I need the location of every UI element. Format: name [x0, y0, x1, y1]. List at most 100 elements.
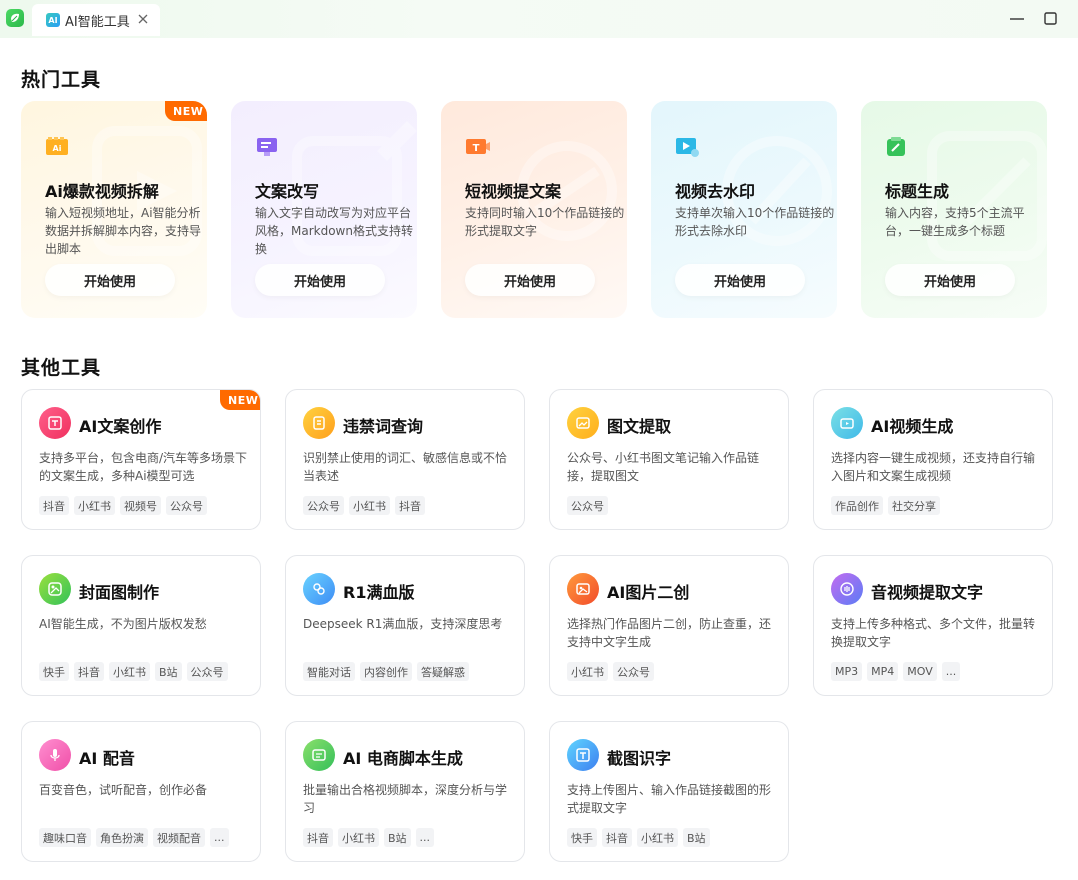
rewrite-icon	[257, 138, 277, 156]
svg-text:T: T	[473, 143, 480, 154]
tag: 作品创作	[831, 496, 883, 515]
tag: 智能对话	[303, 662, 355, 681]
tool-desc: Deepseek R1满血版，支持深度思考	[303, 617, 503, 631]
maximize-icon[interactable]	[1043, 11, 1059, 27]
tag-list: 公众号	[567, 496, 608, 515]
start-button[interactable]: 开始使用	[45, 264, 175, 296]
start-button[interactable]: 开始使用	[885, 264, 1015, 296]
tag: 快手	[39, 662, 69, 681]
tool-title: 封面图制作	[79, 583, 160, 602]
video-generate-icon	[831, 407, 863, 439]
tag: 内容创作	[360, 662, 412, 681]
tag: MP4	[867, 662, 899, 681]
tag-list: 抖音 小红书 B站 ...	[303, 828, 435, 847]
start-button[interactable]: 开始使用	[255, 264, 385, 296]
start-button[interactable]: 开始使用	[675, 264, 805, 296]
tool-card-copywriting[interactable]: NEW AI文案创作 支持多平台，包含电商/汽车等多场景下的文案生成，多种Ai模…	[21, 389, 261, 530]
tag-list: 作品创作 社交分享	[831, 496, 940, 515]
tool-card-video-generate[interactable]: AI视频生成 选择内容一键生成视频，还支持自行输入图片和文案生成视频 作品创作 …	[813, 389, 1053, 530]
tag: ...	[415, 828, 435, 847]
tool-title: 违禁词查询	[343, 417, 424, 436]
tool-title: AI视频生成	[871, 417, 954, 436]
tag: 小红书	[349, 496, 390, 515]
hot-tool-card-rewrite[interactable]: 文案改写 输入文字自动改写为对应平台风格，Markdown格式支持转换 开始使用	[231, 101, 417, 318]
tag: 公众号	[166, 496, 207, 515]
tag: B站	[155, 662, 182, 681]
hot-tool-card-text-extract[interactable]: T 短视频提文案 支持同时输入10个作品链接的形式提取文字 开始使用	[441, 101, 627, 318]
title-bar: AI AI智能工具	[0, 0, 1078, 38]
tag: MP3	[831, 662, 863, 681]
tool-desc: 识别禁止使用的词汇、敏感信息或不恰当表述	[303, 451, 508, 483]
tag: 答疑解惑	[417, 662, 469, 681]
tag: MOV	[903, 662, 937, 681]
tag: 公众号	[303, 496, 344, 515]
new-badge: NEW	[165, 101, 207, 121]
tag: B站	[384, 828, 411, 847]
tag: 抖音	[39, 496, 69, 515]
tag-list: MP3 MP4 MOV ...	[831, 662, 961, 681]
tool-card-forbidden-word[interactable]: 违禁词查询 识别禁止使用的词汇、敏感信息或不恰当表述 公众号 小红书 抖音	[285, 389, 525, 530]
tag: 公众号	[567, 496, 608, 515]
tool-card-cover-image[interactable]: 封面图制作 AI智能生成，不为图片版权发愁 快手 抖音 小红书 B站 公众号	[21, 555, 261, 696]
minimize-icon[interactable]	[1009, 11, 1025, 27]
hot-tool-desc: 输入文字自动改写为对应平台风格，Markdown格式支持转换	[255, 206, 413, 256]
tool-card-voiceover[interactable]: AI 配音 百变音色，试听配音，创作必备 趣味口音 角色扮演 视频配音 ...	[21, 721, 261, 862]
text-extract-icon: T	[466, 139, 490, 154]
ai-tools-icon: AI	[46, 13, 60, 27]
tag: 快手	[567, 828, 597, 847]
tag: 小红书	[637, 828, 678, 847]
tag: 趣味口音	[39, 828, 91, 847]
tag: 抖音	[303, 828, 333, 847]
hot-tools-heading: 热门工具	[21, 69, 102, 91]
tool-desc: 支持多平台，包含电商/汽车等多场景下的文案生成，多种Ai模型可选	[39, 451, 248, 483]
tab-label: AI智能工具	[65, 14, 130, 30]
tag-list: 快手 抖音 小红书 B站 公众号	[39, 662, 228, 681]
app-logo-icon[interactable]	[6, 9, 24, 27]
tool-desc: 支持上传多种格式、多个文件，批量转换提取文字	[831, 617, 1036, 649]
hot-tool-card-title-generate[interactable]: 标题生成 输入内容，支持5个主流平台，一键生成多个标题 开始使用	[861, 101, 1047, 318]
tool-title: 音视频提取文字	[871, 583, 984, 602]
other-tools-heading: 其他工具	[21, 357, 102, 379]
tool-card-audio-text[interactable]: 音视频提取文字 支持上传多种格式、多个文件，批量转换提取文字 MP3 MP4 M…	[813, 555, 1053, 696]
tag: 视频配音	[153, 828, 205, 847]
tool-card-ecommerce-script[interactable]: AI 电商脚本生成 批量输出合格视频脚本，深度分析与学习 抖音 小红书 B站 .…	[285, 721, 525, 862]
tool-desc: 公众号、小红书图文笔记输入作品链接，提取图文	[567, 451, 760, 483]
hot-tool-title: 短视频提文案	[465, 182, 562, 201]
audio-text-icon	[831, 573, 863, 605]
image-remix-icon	[567, 573, 599, 605]
forbidden-word-icon	[303, 407, 335, 439]
tag: 小红书	[338, 828, 379, 847]
hot-tool-title: 文案改写	[255, 182, 320, 201]
tool-desc: 选择内容一键生成视频，还支持自行输入图片和文案生成视频	[831, 451, 1036, 483]
tag: 小红书	[567, 662, 608, 681]
tool-desc: AI智能生成，不为图片版权发愁	[39, 617, 207, 631]
tool-card-deepseek-r1[interactable]: R1满血版 Deepseek R1满血版，支持深度思考 智能对话 内容创作 答疑…	[285, 555, 525, 696]
hot-tool-card-video-split[interactable]: NEW Ai Ai爆款视频拆解 输入短视频地址，Ai智能分析数据并拆解脚本内容，…	[21, 101, 207, 318]
hot-tool-desc: 支持单次输入10个作品链接的形式去除水印	[675, 206, 835, 238]
hot-tool-title: 视频去水印	[675, 182, 756, 201]
tab-ai-tools[interactable]: AI AI智能工具	[32, 4, 160, 36]
tag-list: 小红书 公众号	[567, 662, 654, 681]
microphone-icon	[39, 739, 71, 771]
hot-tool-title: 标题生成	[885, 182, 950, 201]
tag-list: 公众号 小红书 抖音	[303, 496, 425, 515]
hot-tool-desc: 支持同时输入10个作品链接的形式提取文字	[465, 206, 625, 238]
hot-tool-card-watermark-remove[interactable]: 视频去水印 支持单次输入10个作品链接的形式去除水印 开始使用	[651, 101, 837, 318]
screenshot-ocr-icon	[567, 739, 599, 771]
tool-title: AI 电商脚本生成	[343, 749, 463, 768]
tool-title: 图文提取	[607, 417, 672, 436]
new-badge: NEW	[220, 390, 260, 410]
video-split-icon: Ai	[46, 137, 68, 155]
tag: 角色扮演	[96, 828, 148, 847]
tool-card-image-text[interactable]: 图文提取 公众号、小红书图文笔记输入作品链接，提取图文 公众号	[549, 389, 789, 530]
tool-card-screenshot-ocr[interactable]: 截图识字 支持上传图片、输入作品链接截图的形式提取文字 快手 抖音 小红书 B站	[549, 721, 789, 862]
svg-text:Ai: Ai	[53, 144, 62, 153]
tag: 抖音	[395, 496, 425, 515]
tag: 视频号	[120, 496, 161, 515]
tag: 小红书	[109, 662, 150, 681]
start-button[interactable]: 开始使用	[465, 264, 595, 296]
tool-card-image-remix[interactable]: AI图片二创 选择热门作品图片二创，防止查重，还支持中文字生成 小红书 公众号	[549, 555, 789, 696]
tag: 抖音	[602, 828, 632, 847]
close-icon[interactable]	[136, 12, 150, 26]
copywriting-icon	[39, 407, 71, 439]
